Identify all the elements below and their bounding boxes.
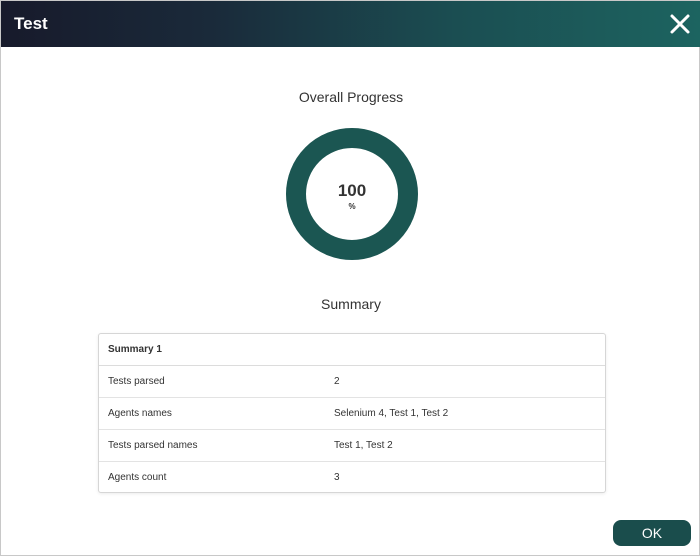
overall-progress-heading: Overall Progress xyxy=(298,89,404,105)
row-key: Tests parsed xyxy=(108,376,165,387)
close-icon[interactable] xyxy=(667,11,693,37)
row-value: Selenium 4, Test 1, Test 2 xyxy=(334,408,449,419)
row-key: Agents names xyxy=(108,408,172,419)
summary-heading: Summary xyxy=(321,296,381,312)
progress-value: 100 xyxy=(337,181,367,200)
dialog-titlebar: Test xyxy=(1,1,700,47)
summary-table: Summary 1 Tests parsed 2 Agents names Se… xyxy=(98,333,606,493)
dialog-title: Test xyxy=(14,14,48,33)
row-key: Agents count xyxy=(108,472,167,483)
progress-unit: % xyxy=(348,202,356,211)
test-dialog: Test Overall Progress 100 % Summary Summ… xyxy=(0,0,700,556)
summary-table-title: Summary 1 xyxy=(99,334,605,366)
row-value: 2 xyxy=(334,376,340,387)
row-value: 3 xyxy=(334,472,340,483)
ok-button[interactable]: OK xyxy=(613,520,691,546)
table-row: Agents names Selenium 4, Test 1, Test 2 xyxy=(99,398,605,430)
row-key: Tests parsed names xyxy=(108,440,198,451)
table-row: Tests parsed names Test 1, Test 2 xyxy=(99,430,605,462)
progress-ring: 100 % xyxy=(286,128,418,260)
table-row: Agents count 3 xyxy=(99,462,605,492)
row-value: Test 1, Test 2 xyxy=(334,440,393,451)
table-row: Tests parsed 2 xyxy=(99,366,605,398)
